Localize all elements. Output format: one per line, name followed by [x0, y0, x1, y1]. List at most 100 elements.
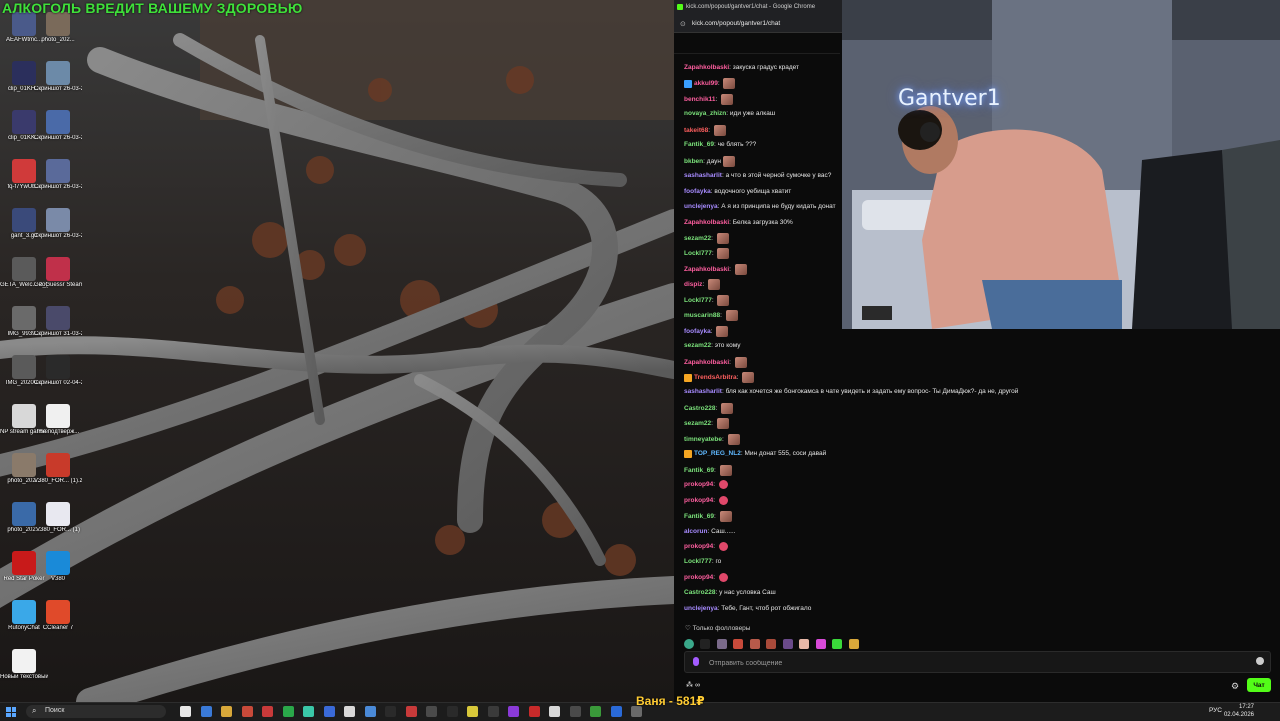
- chat-username[interactable]: Lockl777: [684, 558, 712, 565]
- desktop-icon[interactable]: Скриншот 26-03-20...: [34, 208, 82, 240]
- chat-message[interactable]: Fantik_69:: [684, 511, 732, 523]
- emote-icon[interactable]: [733, 638, 744, 649]
- desktop-icon[interactable]: Скриншот 31-03-20...: [34, 306, 82, 338]
- chat-message[interactable]: sashasharlit: бля как хочется же бонгока…: [684, 387, 1018, 397]
- taskbar-app-icon[interactable]: [405, 706, 417, 717]
- desktop-icon[interactable]: Скриншот 26-03-20...: [34, 61, 82, 93]
- desktop-icon[interactable]: Скриншот 26-03-20...: [34, 110, 82, 142]
- chat-message[interactable]: Fantik_69: че блять ???: [684, 140, 756, 150]
- taskbar-app-icon[interactable]: [221, 706, 232, 717]
- chat-message[interactable]: prokop94:: [684, 480, 728, 490]
- chat-message[interactable]: Zapahkolbaski:: [684, 263, 747, 275]
- chat-message[interactable]: alcorun: Саш......: [684, 527, 736, 537]
- chat-message[interactable]: novaya_zhizn: иди уже алкаш: [684, 109, 775, 119]
- chat-username[interactable]: benchik11: [684, 96, 715, 103]
- taskbar-app-icon[interactable]: [282, 706, 294, 717]
- desktop-icon[interactable]: Скриншот 26-03-20...: [34, 159, 82, 191]
- taskbar-app-icon[interactable]: [569, 706, 581, 717]
- emote-icon[interactable]: [684, 638, 694, 649]
- desktop-icon[interactable]: GeoGuessr Steam E...: [34, 257, 82, 289]
- chat-username[interactable]: Lockl777: [684, 297, 712, 304]
- chat-message[interactable]: muscarin88:: [684, 310, 738, 322]
- taskbar-app-icon[interactable]: [446, 706, 458, 717]
- desktop-icon[interactable]: V380_FOR... (1): [34, 502, 82, 534]
- chat-username[interactable]: muscarin88: [684, 312, 720, 319]
- chat-username[interactable]: sashasharlit: [684, 388, 722, 395]
- chat-message[interactable]: Zapahkolbaski: Белка загрузка 30%: [684, 218, 793, 228]
- address-bar[interactable]: kick.com/popout/gantver1/chat: [692, 20, 780, 27]
- emote-icon[interactable]: [832, 638, 843, 649]
- chat-username[interactable]: Zapahkolbaski: [684, 359, 729, 366]
- chat-message[interactable]: takeit68:: [684, 124, 726, 136]
- emote-icon[interactable]: [815, 638, 826, 649]
- chat-username[interactable]: novaya_zhizn: [684, 110, 726, 117]
- taskbar-app-icon[interactable]: [303, 706, 314, 717]
- taskbar-app-icon[interactable]: [200, 706, 212, 717]
- system-clock[interactable]: 17:27 02.04.2026: [1224, 704, 1254, 719]
- taskbar-app-icon[interactable]: [180, 706, 191, 717]
- microphone-icon[interactable]: [693, 657, 699, 666]
- chat-message[interactable]: sezam22:: [684, 232, 729, 244]
- taskbar-app-icon[interactable]: [241, 706, 253, 717]
- emote-icon[interactable]: [848, 638, 859, 649]
- chat-username[interactable]: dispiz: [684, 282, 702, 289]
- chat-message[interactable]: foofayka:: [684, 325, 729, 337]
- chat-username[interactable]: takeit68: [684, 127, 708, 134]
- chat-username[interactable]: Lockl777: [684, 251, 712, 258]
- taskbar-app-icon[interactable]: [528, 706, 540, 717]
- chat-username[interactable]: foofayka: [684, 328, 711, 335]
- chat-input-box[interactable]: [684, 651, 1271, 673]
- desktop-icon[interactable]: Новый текстовый ...: [0, 649, 48, 681]
- emote-icon[interactable]: [782, 638, 793, 649]
- chat-message[interactable]: timneyatebe:: [684, 433, 740, 445]
- desktop-icon[interactable]: photo_202...: [34, 12, 82, 44]
- chat-message[interactable]: Castro228: у нас условка Саш: [684, 588, 776, 598]
- chat-username[interactable]: unclejenya: [684, 203, 718, 210]
- chat-message[interactable]: dispiz:: [684, 279, 721, 291]
- taskbar-app-icon[interactable]: [262, 706, 273, 717]
- chat-message[interactable]: Zapahkolbaski:: [684, 356, 747, 368]
- chat-username[interactable]: akkul99: [694, 81, 718, 88]
- chat-username[interactable]: prokop94: [684, 574, 713, 581]
- windows-start-icon[interactable]: [6, 707, 16, 717]
- chat-message[interactable]: sashasharlit: а что в этой черной сумочк…: [684, 171, 831, 181]
- chat-username[interactable]: Castro228: [684, 589, 715, 596]
- taskbar-app-icon[interactable]: [508, 706, 519, 717]
- input-language[interactable]: РУС: [1209, 707, 1222, 714]
- desktop-icon[interactable]: CCleaner 7: [34, 600, 82, 632]
- desktop-icon[interactable]: V380: [34, 551, 82, 583]
- desktop-icon[interactable]: V380_FOR... (1).zip: [34, 453, 82, 485]
- desktop-icon[interactable]: !Не подтверж...: [34, 404, 82, 436]
- chat-message[interactable]: foofayka: водочного уебища хватит: [684, 187, 791, 197]
- chat-username[interactable]: TrendsArbitra: [694, 374, 737, 381]
- chat-username[interactable]: prokop94: [684, 497, 713, 504]
- chat-message[interactable]: prokop94:: [684, 541, 728, 552]
- chat-message[interactable]: prokop94:: [684, 572, 728, 583]
- chat-message[interactable]: Zapahkolbaski: закуска градус крадет: [684, 63, 799, 73]
- chat-username[interactable]: bkben: [684, 158, 703, 165]
- chat-username[interactable]: Fantik_69: [684, 141, 714, 148]
- taskbar-app-icon[interactable]: [364, 706, 376, 717]
- taskbar-app-icon[interactable]: [487, 706, 499, 717]
- taskbar-app-icon[interactable]: [426, 706, 437, 717]
- chat-username[interactable]: prokop94: [684, 481, 713, 488]
- chrome-window-titlebar[interactable]: kick.com/popout/gantver1/chat - Google C…: [674, 0, 842, 33]
- chat-username[interactable]: unclejenya: [684, 605, 718, 612]
- send-chat-button[interactable]: Чат: [1247, 678, 1271, 692]
- emote-icon[interactable]: [749, 638, 760, 649]
- chat-message[interactable]: Lockl777:: [684, 248, 730, 260]
- site-info-icon[interactable]: ⊙: [680, 20, 686, 28]
- taskbar-app-icon[interactable]: [590, 706, 601, 717]
- emote-icon[interactable]: [799, 638, 810, 649]
- chat-username[interactable]: prokop94: [684, 543, 713, 550]
- taskbar-search[interactable]: ⌕ Поиск: [26, 705, 166, 718]
- chat-username[interactable]: Fantik_69: [684, 467, 714, 474]
- channel-points[interactable]: ⁂ ∞: [686, 681, 700, 689]
- emote-icon[interactable]: [716, 638, 727, 649]
- chat-message[interactable]: benchik11:: [684, 93, 734, 105]
- chat-message[interactable]: TOP_REG_NL2: Мин донат 555, соси давай: [684, 449, 826, 459]
- chat-username[interactable]: timneyatebe: [684, 436, 722, 443]
- chat-username[interactable]: Fantik_69: [684, 513, 714, 520]
- chat-username[interactable]: sashasharlit: [684, 172, 722, 179]
- chat-username[interactable]: sezam22: [684, 342, 711, 349]
